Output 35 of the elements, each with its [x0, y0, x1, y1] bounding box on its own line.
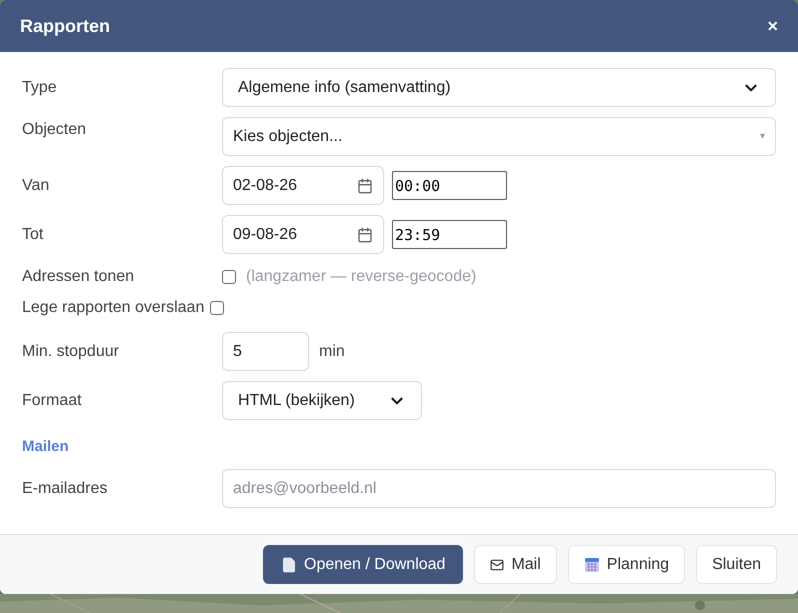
section-heading: Mailen	[22, 438, 69, 455]
field-label: Van	[22, 176, 50, 196]
email-field[interactable]: adres@voorbeeld.nl	[222, 469, 776, 508]
field-label: Lege rapporten overslaan	[22, 299, 204, 316]
calendar-icon	[357, 226, 373, 242]
number-field[interactable]: 5	[222, 332, 309, 371]
dialog-title: Rapporten	[20, 14, 110, 38]
field-label: Objecten	[22, 120, 88, 140]
checkbox-hint: (langzamer — reverse-geocode)	[246, 267, 476, 287]
secondary-button[interactable]: Mail	[474, 545, 557, 584]
dropdown[interactable]: HTML (bekijken)	[222, 381, 422, 420]
dropdown[interactable]: Algemene info (samenvatting)	[222, 68, 776, 107]
checkbox[interactable]	[222, 270, 236, 284]
field-label: Min. stopduur	[22, 342, 120, 362]
checkbox[interactable]	[210, 301, 224, 315]
primary-button[interactable]: Openen / Download	[263, 545, 464, 584]
secondary-button[interactable]: Planning	[568, 545, 686, 584]
field-label: Formaat	[22, 390, 83, 410]
calendar-icon	[584, 556, 600, 572]
date-field[interactable]: 02-08-26	[222, 166, 384, 205]
time-field[interactable]: 23:59	[392, 220, 507, 249]
field-label: E-mailadres	[22, 478, 108, 498]
mail-icon	[490, 558, 504, 572]
close-button[interactable]: ×	[767, 17, 778, 35]
field-label: Adressen tonen	[22, 268, 134, 285]
calendar-icon	[357, 178, 373, 194]
time-field[interactable]: 00:00	[392, 171, 507, 200]
date-field[interactable]: 09-08-26	[222, 215, 384, 254]
field-label: Type	[22, 78, 58, 98]
unit-label: min	[319, 342, 345, 362]
caret-icon: ▾	[760, 129, 765, 144]
field-label: Tot	[22, 224, 44, 244]
document-icon	[281, 556, 298, 572]
secondary-button[interactable]: Sluiten	[696, 545, 777, 584]
multiselect-field[interactable]: Kies objecten... ▾	[222, 117, 776, 156]
